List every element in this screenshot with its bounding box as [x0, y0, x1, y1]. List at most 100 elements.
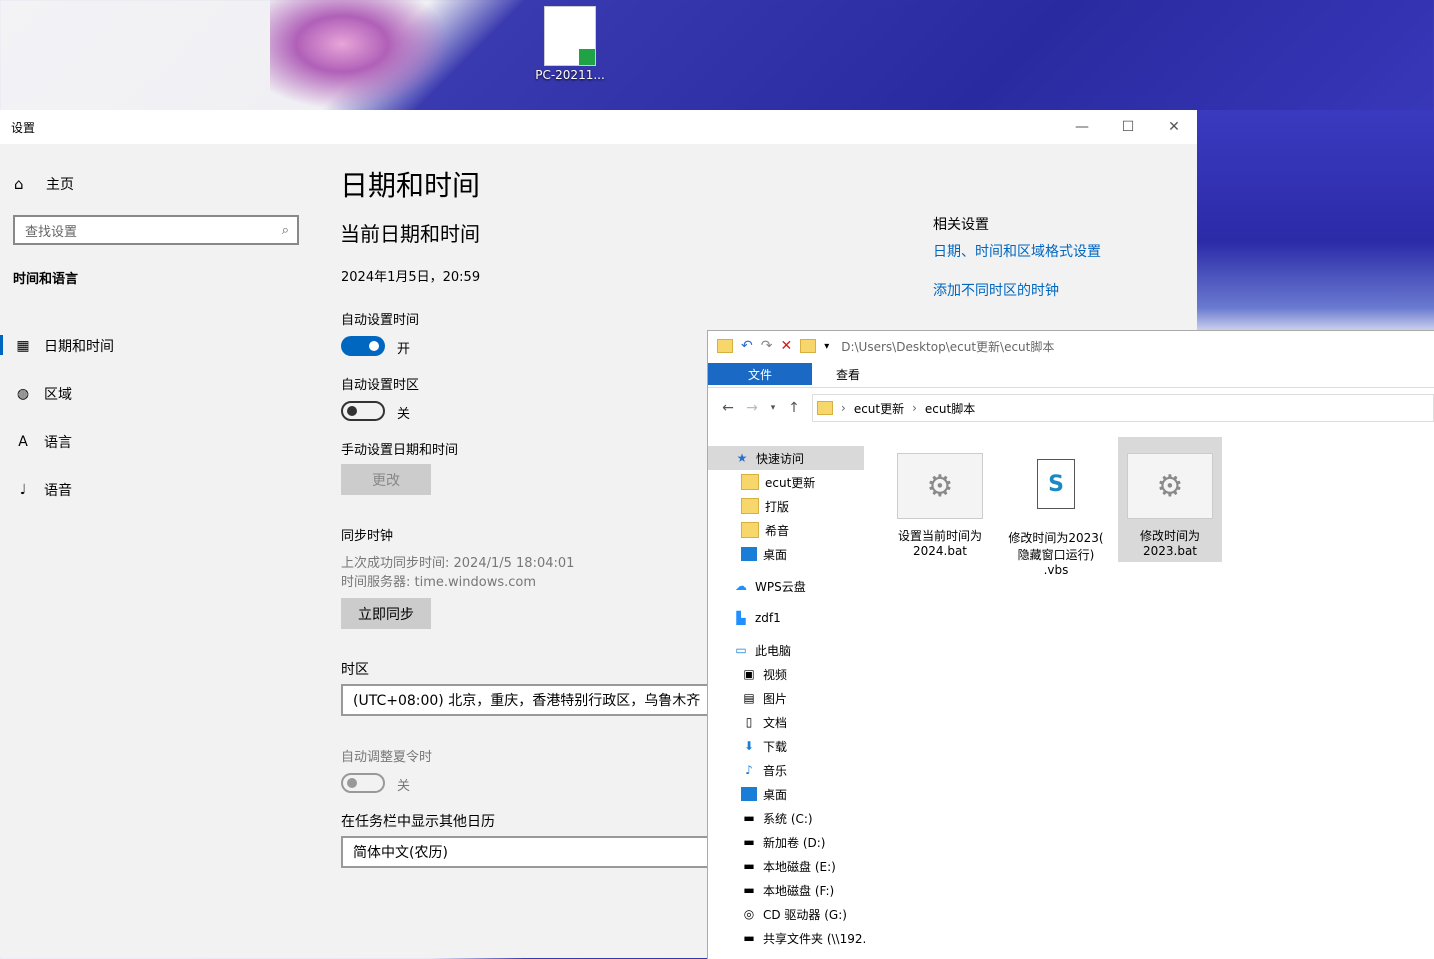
- undo-icon[interactable]: ↶: [741, 338, 753, 354]
- current-datetime: 2024年1月5日，20:59: [341, 270, 481, 285]
- tree-item[interactable]: ☁ WPS云盘: [708, 574, 868, 598]
- tree-item[interactable]: ▬ 系统 (C:): [708, 806, 868, 830]
- tree-item[interactable]: 桌面: [708, 782, 868, 806]
- tree-item[interactable]: ◎ CD 驱动器 (G:): [708, 902, 868, 926]
- batch-file-gear-icon: ⚙: [1127, 453, 1213, 519]
- tree-item[interactable]: ▣ 视频: [708, 662, 868, 686]
- file-name-line: 修改时间为2023(: [1008, 531, 1104, 545]
- auto-timezone-toggle[interactable]: [341, 401, 385, 421]
- shortcut-badge-icon: [579, 49, 595, 65]
- new-folder-icon[interactable]: [800, 339, 817, 353]
- breadcrumb-item[interactable]: ecut脚本: [925, 400, 975, 417]
- folder-icon: [741, 498, 759, 514]
- tree-item[interactable]: ▯ 文档: [708, 710, 868, 734]
- sync-now-button[interactable]: 立即同步: [341, 598, 431, 629]
- time-server: 时间服务器: time.windows.com: [341, 575, 537, 590]
- dst-toggle[interactable]: [341, 773, 385, 793]
- tree-item[interactable]: ▙ zdf1: [708, 606, 868, 630]
- maximize-button[interactable]: ☐: [1105, 110, 1151, 144]
- user-folder-icon: ▙: [736, 611, 746, 625]
- tree-label: WPS云盘: [755, 579, 806, 594]
- tab-view[interactable]: 查看: [820, 363, 876, 385]
- tree-item[interactable]: ▤ 图片: [708, 686, 868, 710]
- auto-time-toggle[interactable]: [341, 336, 385, 356]
- delete-icon[interactable]: ✕: [780, 338, 792, 354]
- sidebar-item-language[interactable]: A 语言: [0, 418, 318, 466]
- tree-item[interactable]: ⬇ 下载: [708, 734, 868, 758]
- close-button[interactable]: ✕: [1151, 110, 1197, 144]
- sidebar-item-label: 日期和时间: [44, 339, 114, 355]
- file-name-line: 修改时间为: [1139, 529, 1200, 543]
- sidebar-item-speech[interactable]: ♩ 语音: [0, 466, 318, 514]
- folder-icon: [741, 522, 759, 538]
- title-bar: 设置 — ☐ ✕: [0, 110, 1197, 144]
- cloud-icon: ☁: [735, 579, 747, 593]
- home-icon: ⌂: [14, 175, 24, 193]
- tree-item[interactable]: ▬ 本地磁盘 (F:): [708, 878, 868, 902]
- file-item-selected[interactable]: ⚙ 修改时间为 2023.bat: [1118, 437, 1222, 562]
- back-arrow-icon[interactable]: ←: [716, 400, 740, 416]
- sidebar-home[interactable]: ⌂ 主页: [14, 174, 74, 194]
- chevron-right-icon: ›: [912, 401, 917, 415]
- tree-item[interactable]: 打版: [708, 494, 868, 518]
- up-arrow-icon[interactable]: ↑: [782, 400, 806, 416]
- file-item[interactable]: S 修改时间为2023( 隐藏窗口运行) .vbs: [1004, 443, 1108, 577]
- sidebar-item-region[interactable]: ◍ 区域: [0, 370, 318, 418]
- region-format-link[interactable]: 日期、时间和区域格式设置: [933, 241, 1101, 261]
- quick-access-toolbar: ↶ ↷ ✕ ▾: [717, 338, 837, 354]
- add-clock-link[interactable]: 添加不同时区的时钟: [933, 280, 1059, 300]
- explorer-title-path: D:\Users\Desktop\ecut更新\ecut脚本: [841, 339, 1055, 354]
- auto-time-state: 开: [397, 342, 411, 357]
- tree-label: 新加卷 (D:): [763, 835, 826, 850]
- tree-label: 桌面: [763, 787, 788, 802]
- auto-timezone-state: 关: [397, 407, 411, 422]
- tree-item[interactable]: ▬ 新加卷 (D:): [708, 830, 868, 854]
- drive-icon: ▬: [743, 835, 755, 849]
- tree-item[interactable]: ▬ 本地磁盘 (E:): [708, 854, 868, 878]
- wallpaper-art: [1197, 110, 1434, 330]
- chevron-down-icon[interactable]: ▾: [824, 341, 829, 352]
- desktop-shortcut[interactable]: PC-20211...: [532, 6, 608, 82]
- tree-label: 系统 (C:): [763, 811, 813, 826]
- sidebar-section-title: 时间和语言: [13, 272, 79, 287]
- wallpaper-art: [270, 0, 450, 110]
- tree-label: 此电脑: [755, 643, 792, 658]
- language-icon: A: [18, 434, 28, 450]
- tree-item[interactable]: 桌面: [708, 542, 868, 566]
- sidebar: ⌂ 主页 查找设置 ⌕ 时间和语言 ▦ 日期和时间 ◍ 区域 A 语言 ♩ 语音: [0, 144, 318, 958]
- calendar-dropdown[interactable]: 简体中文(农历): [341, 836, 711, 868]
- dst-label: 自动调整夏令时: [341, 750, 433, 765]
- tree-label: 希音: [765, 523, 790, 538]
- tree-item[interactable]: ▬ 共享文件夹 (\\192.: [708, 926, 868, 950]
- navigation-pane: ★ 快速访问 ecut更新 打版 希音 桌面 ☁ WPS云盘 ▙ zdf1 ▭ 此电脑 …: [708, 446, 868, 950]
- tree-item[interactable]: ▭ 此电脑: [708, 638, 868, 662]
- tab-file[interactable]: 文件: [708, 363, 812, 385]
- tree-item[interactable]: 希音: [708, 518, 868, 542]
- chevron-down-icon[interactable]: ▾: [764, 403, 782, 413]
- tree-label: 音乐: [763, 763, 788, 778]
- timezone-dropdown[interactable]: (UTC+08:00) 北京，重庆，香港特别行政区，乌鲁木齐: [341, 684, 711, 716]
- address-bar[interactable]: › ecut更新 › ecut脚本: [812, 394, 1434, 422]
- star-icon: ★: [736, 451, 748, 465]
- file-item[interactable]: ⚙ 设置当前时间为 2024.bat: [888, 443, 992, 558]
- microphone-icon: ♩: [19, 482, 27, 498]
- redo-icon[interactable]: ↷: [761, 338, 773, 354]
- sidebar-item-label: 语言: [44, 435, 72, 451]
- folder-icon: [717, 339, 733, 353]
- calendar-clock-icon: ▦: [16, 338, 30, 354]
- auto-time-label: 自动设置时间: [341, 313, 420, 328]
- breadcrumb-item[interactable]: ecut更新: [854, 400, 904, 417]
- search-input[interactable]: 查找设置 ⌕: [13, 215, 299, 245]
- tree-item-quick-access[interactable]: ★ 快速访问: [708, 446, 864, 470]
- tree-label: ecut更新: [765, 475, 816, 490]
- tree-label: CD 驱动器 (G:): [763, 907, 847, 922]
- tree-item[interactable]: ♪ 音乐: [708, 758, 868, 782]
- image-file-icon: [544, 6, 596, 66]
- sidebar-item-date-time[interactable]: ▦ 日期和时间: [0, 322, 318, 370]
- download-icon: ⬇: [743, 739, 755, 753]
- tree-item[interactable]: ecut更新: [708, 470, 868, 494]
- forward-arrow-icon[interactable]: →: [740, 400, 764, 416]
- tree-label: 打版: [765, 499, 790, 514]
- minimize-button[interactable]: —: [1059, 110, 1105, 144]
- change-button[interactable]: 更改: [341, 464, 431, 495]
